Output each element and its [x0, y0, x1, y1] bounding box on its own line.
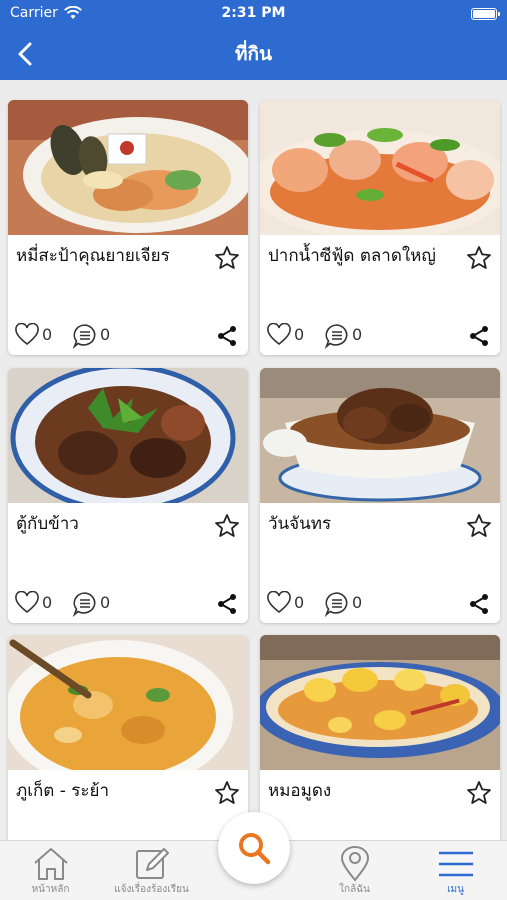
star-icon[interactable] [214, 780, 240, 806]
comment-count: 0 [100, 325, 111, 344]
home-icon [34, 848, 68, 880]
heart-icon [267, 591, 291, 614]
heart-icon [267, 323, 291, 346]
like-count: 0 [294, 325, 305, 344]
heart-icon [15, 591, 39, 614]
tab-label: ใกล้ฉัน [339, 884, 370, 895]
comment-icon [324, 324, 348, 349]
share-icon[interactable] [216, 593, 238, 615]
star-icon[interactable] [214, 245, 240, 271]
place-name: หมี่สะป้าคุณยายเจียร [16, 246, 170, 266]
tab-complaint[interactable]: แจ้งเรื่องร้องเรียน [101, 841, 202, 900]
place-name: ตู้กับข้าว [16, 514, 79, 534]
tab-home[interactable]: หน้าหลัก [0, 841, 101, 900]
comment-icon [324, 592, 348, 617]
battery-icon [471, 8, 500, 20]
place-card[interactable]: ตู้กับข้าว 0 0 [8, 368, 248, 623]
food-photo [8, 100, 248, 235]
like-count: 0 [294, 593, 305, 612]
food-photo [260, 100, 500, 235]
heart-icon [15, 323, 39, 346]
share-icon[interactable] [468, 325, 490, 347]
comment-count: 0 [352, 593, 363, 612]
place-card[interactable]: ภูเก็ต - ระย้า [8, 635, 248, 840]
place-card[interactable]: ปากน้ำซีฟู้ด ตลาดใหญ่ 0 0 [260, 100, 500, 355]
comment-icon [72, 324, 96, 349]
place-name: ปากน้ำซีฟู้ด ตลาดใหญ่ [268, 246, 436, 266]
search-button[interactable] [218, 812, 290, 884]
comment-count: 0 [352, 325, 363, 344]
star-icon[interactable] [466, 513, 492, 539]
tab-label: แจ้งเรื่องร้องเรียน [114, 884, 189, 895]
search-icon [239, 833, 271, 865]
page-title: ที่กิน [234, 43, 273, 65]
star-icon[interactable] [214, 513, 240, 539]
like-count: 0 [42, 325, 53, 344]
status-bar: Carrier 2:31 PM [0, 0, 507, 28]
food-photo [8, 635, 248, 770]
star-icon[interactable] [466, 780, 492, 806]
place-name: วันจันทร [268, 514, 332, 534]
nav-bar: ที่กิน [0, 28, 507, 80]
location-pin-icon [340, 846, 370, 882]
food-photo [260, 635, 500, 770]
places-grid: หมี่สะป้าคุณยายเจียร 0 0 ปากน้ำซีฟู้ด ตล… [0, 80, 507, 840]
food-photo [260, 368, 500, 503]
tab-nearby[interactable]: ใกล้ฉัน [304, 841, 405, 900]
tab-label: หน้าหลัก [31, 884, 70, 895]
like-count: 0 [42, 593, 53, 612]
share-icon[interactable] [468, 593, 490, 615]
clock: 2:31 PM [221, 5, 286, 21]
comment-icon [72, 592, 96, 617]
food-photo [8, 368, 248, 503]
tab-menu[interactable]: เมนู [405, 841, 506, 900]
place-card[interactable]: หมี่สะป้าคุณยายเจียร 0 0 [8, 100, 248, 355]
tab-label: เมนู [447, 884, 464, 895]
share-icon[interactable] [216, 325, 238, 347]
place-card[interactable]: วันจันทร 0 0 [260, 368, 500, 623]
place-name: หมอมูดง [268, 781, 332, 801]
place-name: ภูเก็ต - ระย้า [16, 781, 110, 801]
comment-count: 0 [100, 593, 111, 612]
place-card[interactable]: หมอมูดง [260, 635, 500, 840]
edit-icon [136, 848, 169, 879]
menu-icon [439, 851, 473, 877]
star-icon[interactable] [466, 245, 492, 271]
